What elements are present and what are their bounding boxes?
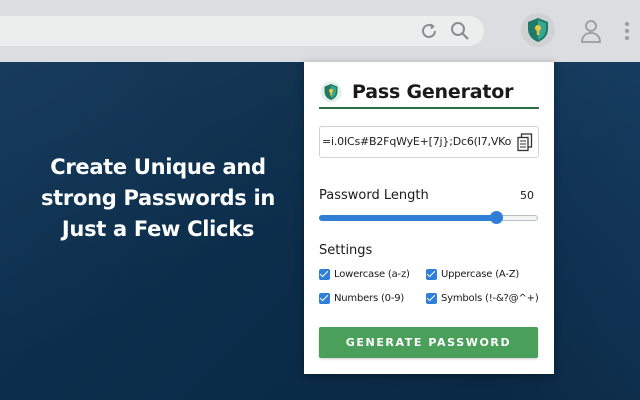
password-length-slider[interactable] xyxy=(319,211,538,225)
shield-logo-icon xyxy=(320,81,342,103)
numbers-option[interactable]: Numbers (0-9) xyxy=(319,291,404,305)
numbers-checkbox[interactable] xyxy=(319,292,330,304)
copy-icon[interactable] xyxy=(517,133,533,152)
uppercase-label: Uppercase (A-Z) xyxy=(441,268,520,280)
settings-heading: Settings xyxy=(319,243,373,258)
uppercase-checkbox[interactable] xyxy=(426,268,437,280)
slider-thumb[interactable] xyxy=(490,211,504,224)
symbols-label: Symbols (!-&?@^+) xyxy=(441,292,539,304)
lowercase-checkbox[interactable] xyxy=(319,268,330,280)
extension-button[interactable] xyxy=(521,13,555,47)
numbers-label: Numbers (0-9) xyxy=(334,292,405,304)
promo-tagline: Create Unique and strong Passwords in Ju… xyxy=(30,152,286,245)
slider-fill xyxy=(319,215,497,221)
header-divider xyxy=(319,107,539,109)
tagline-line-3: Just a Few Clicks xyxy=(61,217,255,241)
reload-icon[interactable] xyxy=(418,20,440,42)
popup-header: Pass Generator xyxy=(319,76,539,108)
kebab-menu-icon[interactable] xyxy=(622,20,632,42)
symbols-checkbox[interactable] xyxy=(426,292,437,304)
address-bar[interactable] xyxy=(0,16,484,46)
uppercase-option[interactable]: Uppercase (A-Z) xyxy=(426,267,519,281)
tagline-line-2: strong Passwords in xyxy=(40,186,276,210)
generate-password-button[interactable]: GENERATE PASSWORD xyxy=(319,327,538,358)
lowercase-option[interactable]: Lowercase (a-z) xyxy=(319,267,410,281)
password-length-value: 50 xyxy=(520,189,534,202)
password-length-label: Password Length xyxy=(319,188,429,203)
lowercase-label: Lowercase (a-z) xyxy=(334,268,410,280)
generated-password[interactable]: =i.0ICs#B2FqWyE+[7j};Dc6(I7,VKow8 xyxy=(322,127,512,157)
extension-popup: Pass Generator =i.0ICs#B2FqWyE+[7j};Dc6(… xyxy=(304,62,554,374)
browser-toolbar xyxy=(0,0,640,62)
shield-keyhole-icon xyxy=(528,18,548,42)
profile-icon[interactable] xyxy=(580,18,602,44)
popup-title: Pass Generator xyxy=(352,81,514,103)
search-icon[interactable] xyxy=(449,20,471,42)
tagline-line-1: Create Unique and xyxy=(50,155,266,179)
symbols-option[interactable]: Symbols (!-&?@^+) xyxy=(426,291,539,305)
password-output-field[interactable]: =i.0ICs#B2FqWyE+[7j};Dc6(I7,VKow8 xyxy=(319,126,539,158)
